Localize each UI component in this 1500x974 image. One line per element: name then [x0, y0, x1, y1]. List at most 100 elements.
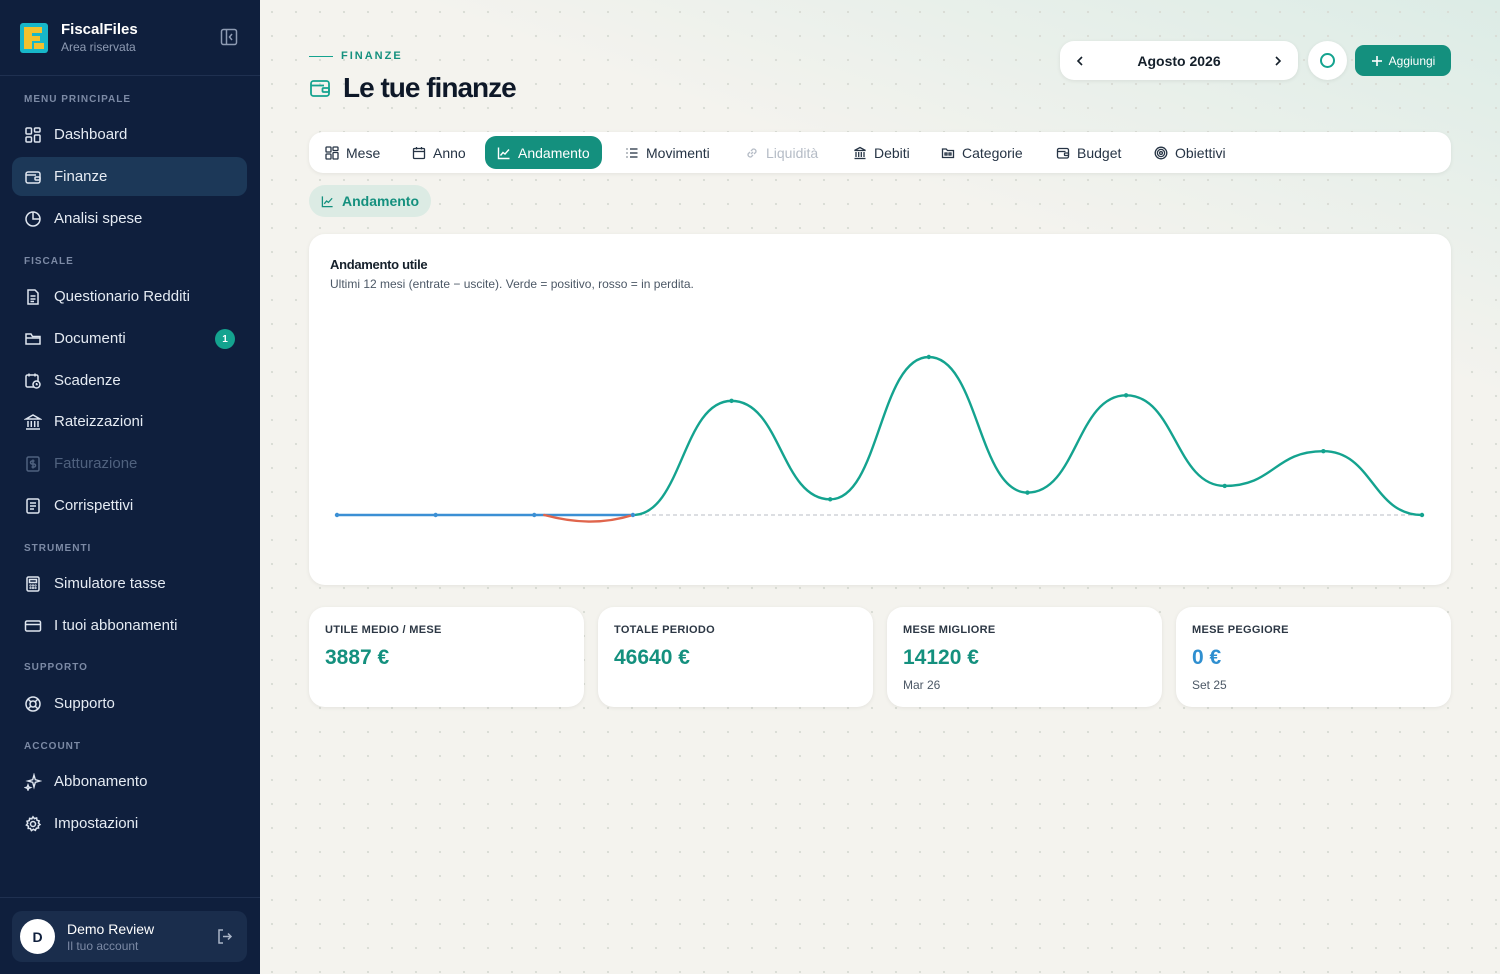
trend-icon — [321, 195, 333, 207]
grid-icon — [325, 145, 339, 160]
sidebar-item-label: Simulatore tasse — [54, 575, 166, 592]
chevron-right-icon[interactable] — [1272, 55, 1284, 67]
notification-badge: 1 — [215, 329, 235, 349]
stat-label: UTILE MEDIO / MESE — [325, 624, 442, 636]
data-point — [630, 512, 636, 518]
stat-value: 3887 € — [325, 646, 390, 669]
tab-obiettivi[interactable]: Obiettivi — [1142, 136, 1238, 169]
chevron-left-icon[interactable] — [1074, 55, 1086, 67]
folder-icon — [25, 332, 41, 345]
sidebar: FiscalFiles Area riservata MENU PRINCIPA… — [0, 0, 260, 974]
stat-note: Set 25 — [1192, 678, 1227, 692]
chart-card: Andamento utile Ultimi 12 mesi (entrate … — [309, 234, 1451, 585]
sidebar-item-questionario-redditi[interactable]: Questionario Redditi — [12, 277, 247, 316]
series-segment — [730, 399, 832, 501]
wallet-icon — [25, 170, 41, 184]
tab-andamento[interactable]: Andamento — [485, 136, 602, 169]
tab-label: Debiti — [874, 144, 910, 161]
stat-card-totale-periodo: TOTALE PERIODO 46640 € — [598, 607, 873, 707]
stat-label: MESE PEGGIORE — [1192, 624, 1289, 636]
sidebar-item-label: I tuoi abbonamenti — [54, 617, 178, 634]
brand-name: FiscalFiles — [61, 21, 138, 38]
sidebar-item-impostazioni[interactable]: Impostazioni — [12, 804, 247, 843]
sidebar-item-scadenze[interactable]: Scadenze — [12, 361, 247, 400]
sidebar-item-dashboard[interactable]: Dashboard — [12, 115, 247, 154]
sparkles-icon — [24, 772, 42, 791]
sidebar-item-abbonamenti[interactable]: I tuoi abbonamenti — [12, 606, 247, 645]
sidebar-item-corrispettivi[interactable]: Corrispettivi — [12, 486, 247, 525]
pie-chart-icon — [25, 210, 41, 227]
add-button-label: Aggiungi — [1388, 53, 1436, 68]
receipt-icon — [26, 497, 40, 514]
sidebar-item-supporto[interactable]: Supporto — [12, 684, 247, 723]
sidebar-item-analisi-spese[interactable]: Analisi spese — [12, 199, 247, 238]
sidebar-item-abbonamento[interactable]: Abbonamento — [12, 762, 247, 801]
logo-icon — [20, 22, 48, 53]
stat-note: Mar 26 — [903, 678, 941, 692]
tab-label: Mese — [346, 144, 381, 161]
stat-card-mese-peggiore: MESE PEGGIORE 0 € Set 25 — [1176, 607, 1451, 707]
series-segment — [631, 399, 733, 517]
sidebar-item-rateizzazioni[interactable]: Rateizzazioni — [12, 402, 247, 441]
section-label-strumenti: STRUMENTI — [24, 543, 92, 554]
plus-icon — [1371, 55, 1382, 66]
tab-label: Obiettivi — [1175, 144, 1226, 161]
data-point — [433, 512, 438, 518]
stat-value: 14120 € — [903, 646, 979, 669]
gear-icon — [25, 814, 42, 832]
document-icon — [27, 288, 39, 305]
sidebar-item-label: Supporto — [54, 695, 115, 712]
tab-categorie[interactable]: Categorie — [929, 136, 1035, 169]
sidebar-divider — [0, 897, 260, 898]
user-name: Demo Review — [67, 920, 155, 937]
add-button[interactable]: Aggiungi — [1355, 45, 1451, 76]
series-segment — [1026, 394, 1128, 494]
sidebar-collapse-icon[interactable] — [220, 28, 238, 46]
wallet-icon — [310, 80, 330, 97]
tab-budget[interactable]: Budget — [1044, 136, 1133, 169]
stat-card-mese-migliore: MESE MIGLIORE 14120 € Mar 26 — [887, 607, 1162, 707]
invoice-icon — [26, 455, 40, 472]
tab-movimenti[interactable]: Movimenti — [613, 136, 722, 169]
lifebuoy-icon — [25, 695, 41, 712]
sidebar-item-label: Rateizzazioni — [54, 413, 144, 430]
data-point — [1222, 483, 1227, 489]
tab-mese[interactable]: Mese — [313, 136, 392, 169]
sidebar-item-documenti[interactable]: Documenti 1 — [12, 319, 247, 358]
series-segment — [1322, 450, 1424, 517]
bank-icon — [24, 413, 42, 430]
series-segment — [927, 355, 1029, 494]
data-point — [334, 512, 340, 518]
stat-value: 0 € — [1192, 646, 1222, 669]
trend-icon — [497, 147, 510, 159]
series-segment — [828, 355, 931, 501]
stat-value: 46640 € — [614, 646, 690, 669]
data-point — [1123, 393, 1129, 398]
brand-subtitle: Area riservata — [61, 40, 136, 54]
sidebar-item-label: Scadenze — [54, 372, 121, 389]
section-label-supporto: SUPPORTO — [24, 662, 88, 673]
series-segment — [1223, 450, 1325, 488]
brand-header: FiscalFiles Area riservata — [0, 0, 260, 76]
page-title-text: Le tue finanze — [343, 72, 517, 103]
user-account-card[interactable]: D Demo Review Il tuo account — [12, 911, 247, 962]
tab-label: Andamento — [518, 144, 590, 161]
data-point — [532, 512, 537, 518]
logout-icon[interactable] — [216, 928, 233, 945]
sidebar-item-simulatore-tasse[interactable]: Simulatore tasse — [12, 564, 247, 603]
sidebar-item-label: Finanze — [54, 168, 108, 185]
card-icon — [24, 619, 42, 632]
tab-label: Budget — [1077, 144, 1122, 161]
calendar-clock-icon — [25, 373, 41, 389]
user-subtitle: Il tuo account — [67, 938, 139, 953]
tab-debiti[interactable]: Debiti — [841, 136, 922, 169]
tab-anno[interactable]: Anno — [400, 136, 478, 169]
status-circle-button[interactable] — [1308, 41, 1347, 80]
stat-label: TOTALE PERIODO — [614, 624, 715, 636]
target-icon — [1154, 146, 1168, 159]
list-icon — [626, 147, 638, 158]
main-content: FINANZE Le tue finanze Agosto 2026 Aggiu… — [260, 0, 1500, 974]
sidebar-item-finanze[interactable]: Finanze — [12, 157, 247, 196]
calculator-icon — [26, 575, 40, 592]
subtab-andamento[interactable]: Andamento — [309, 185, 431, 217]
